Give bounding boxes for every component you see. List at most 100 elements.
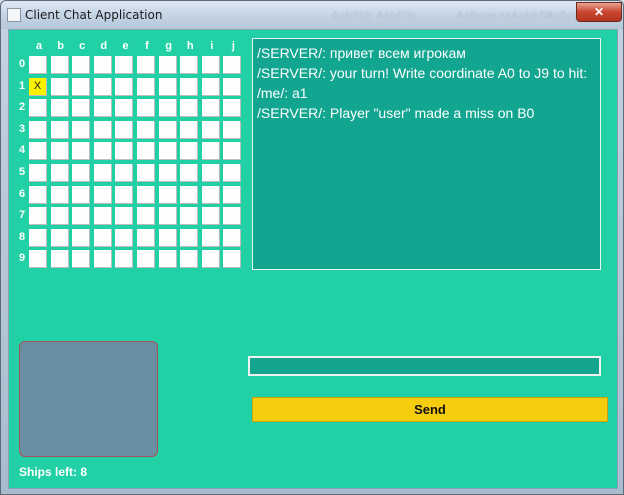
board-cell-a3[interactable]	[29, 120, 47, 139]
message-input[interactable]	[248, 356, 601, 376]
board-cell-c4[interactable]	[72, 142, 91, 161]
board-cell-h4[interactable]	[180, 142, 199, 161]
board-cell-b2[interactable]	[50, 99, 69, 118]
board-cell-e6[interactable]	[115, 185, 134, 204]
board-cell-c9[interactable]	[72, 250, 91, 269]
board-cell-j7[interactable]	[223, 207, 242, 226]
board-cell-d3[interactable]	[93, 120, 112, 139]
board-cell-h0[interactable]	[180, 56, 199, 74]
board-cell-f2[interactable]	[137, 99, 155, 118]
board-cell-e3[interactable]	[115, 120, 134, 139]
board-cell-c0[interactable]	[72, 56, 91, 74]
board-cell-j5[interactable]	[223, 164, 242, 182]
board-cell-e5[interactable]	[115, 164, 134, 182]
board-cell-i0[interactable]	[201, 56, 220, 74]
board-cell-b5[interactable]	[50, 164, 69, 182]
board-cell-b3[interactable]	[50, 120, 69, 139]
board-cell-a1[interactable]: X	[29, 77, 47, 96]
board-cell-i5[interactable]	[201, 164, 220, 182]
title-bar[interactable]: Client Chat Application Aabfillb Aabfill…	[1, 1, 623, 29]
board-cell-e7[interactable]	[115, 207, 134, 226]
board-cell-g8[interactable]	[158, 228, 177, 247]
board-cell-d6[interactable]	[93, 185, 112, 204]
board-cell-d5[interactable]	[93, 164, 112, 182]
board-cell-b4[interactable]	[50, 142, 69, 161]
board-cell-e2[interactable]	[115, 99, 134, 118]
board-cell-a9[interactable]	[29, 250, 47, 269]
board-cell-j3[interactable]	[223, 120, 242, 139]
board-cell-c2[interactable]	[72, 99, 91, 118]
board-cell-i6[interactable]	[201, 185, 220, 204]
board-cell-c3[interactable]	[72, 120, 91, 139]
board-cell-f1[interactable]	[137, 77, 155, 96]
board-cell-j9[interactable]	[223, 250, 242, 269]
board-cell-g3[interactable]	[158, 120, 177, 139]
board-cell-c8[interactable]	[72, 228, 91, 247]
board-cell-g5[interactable]	[158, 164, 177, 182]
close-button[interactable]: ✕	[576, 2, 622, 22]
board-cell-a4[interactable]	[29, 142, 47, 161]
board-cell-d9[interactable]	[93, 250, 112, 269]
board-cell-g7[interactable]	[158, 207, 177, 226]
board-cell-i3[interactable]	[201, 120, 220, 139]
board-cell-b1[interactable]	[50, 77, 69, 96]
board-cell-b9[interactable]	[50, 250, 69, 269]
board-cell-g2[interactable]	[158, 99, 177, 118]
board-cell-i4[interactable]	[201, 142, 220, 161]
board-cell-i7[interactable]	[201, 207, 220, 226]
board-cell-e1[interactable]	[115, 77, 134, 96]
send-button[interactable]: Send	[252, 397, 608, 422]
board-cell-h1[interactable]	[180, 77, 199, 96]
board-cell-h5[interactable]	[180, 164, 199, 182]
board-cell-j2[interactable]	[223, 99, 242, 118]
board-cell-c1[interactable]	[72, 77, 91, 96]
board-cell-i9[interactable]	[201, 250, 220, 269]
board-cell-i1[interactable]	[201, 77, 220, 96]
board-cell-h8[interactable]	[180, 228, 199, 247]
board-cell-h9[interactable]	[180, 250, 199, 269]
board-cell-j1[interactable]	[223, 77, 242, 96]
board-cell-j6[interactable]	[223, 185, 242, 204]
board-cell-f0[interactable]	[137, 56, 155, 74]
board-cell-b6[interactable]	[50, 185, 69, 204]
board-cell-i2[interactable]	[201, 99, 220, 118]
board-cell-a5[interactable]	[29, 164, 47, 182]
board-cell-a7[interactable]	[29, 207, 47, 226]
board-cell-j8[interactable]	[223, 228, 242, 247]
board-cell-d1[interactable]	[93, 77, 112, 96]
board-cell-d8[interactable]	[93, 228, 112, 247]
board-cell-j4[interactable]	[223, 142, 242, 161]
board-cell-g9[interactable]	[158, 250, 177, 269]
board-cell-f6[interactable]	[137, 185, 155, 204]
board-cell-b7[interactable]	[50, 207, 69, 226]
board-cell-d4[interactable]	[93, 142, 112, 161]
board-cell-g4[interactable]	[158, 142, 177, 161]
board-cell-f3[interactable]	[137, 120, 155, 139]
board-cell-j0[interactable]	[223, 56, 242, 74]
board-cell-f9[interactable]	[137, 250, 155, 269]
board-cell-f7[interactable]	[137, 207, 155, 226]
board-cell-f5[interactable]	[137, 164, 155, 182]
board-cell-g1[interactable]	[158, 77, 177, 96]
board-cell-h7[interactable]	[180, 207, 199, 226]
board-cell-a0[interactable]	[29, 56, 47, 74]
board-cell-h3[interactable]	[180, 120, 199, 139]
board-cell-i8[interactable]	[201, 228, 220, 247]
board-cell-b0[interactable]	[50, 56, 69, 74]
board-cell-h6[interactable]	[180, 185, 199, 204]
board-cell-g0[interactable]	[158, 56, 177, 74]
board-cell-d0[interactable]	[93, 56, 112, 74]
board-cell-h2[interactable]	[180, 99, 199, 118]
board-cell-e8[interactable]	[115, 228, 134, 247]
board-cell-a6[interactable]	[29, 185, 47, 204]
board-cell-b8[interactable]	[50, 228, 69, 247]
board-cell-d7[interactable]	[93, 207, 112, 226]
board-cell-f4[interactable]	[137, 142, 155, 161]
board-cell-d2[interactable]	[93, 99, 112, 118]
board-cell-e0[interactable]	[115, 56, 134, 74]
board-cell-g6[interactable]	[158, 185, 177, 204]
board-cell-c7[interactable]	[72, 207, 91, 226]
board-cell-a2[interactable]	[29, 99, 47, 118]
board-cell-e4[interactable]	[115, 142, 134, 161]
board-cell-c6[interactable]	[72, 185, 91, 204]
